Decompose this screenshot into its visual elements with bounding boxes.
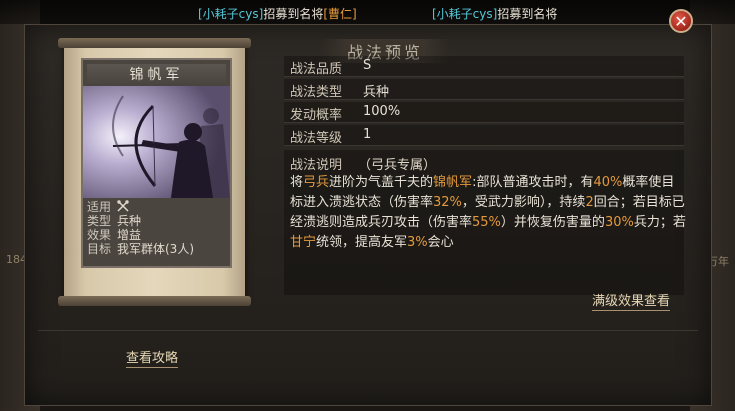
description-segment: ）并恢复伤害量的 [500, 215, 605, 230]
description-segment: :部队普通攻击时，有 [472, 175, 594, 190]
description-highlight: 弓兵 [303, 175, 330, 190]
description-highlight: 30% [604, 215, 634, 230]
detail-label: 发动概率 [290, 108, 343, 123]
info-key: 目标 [87, 242, 112, 256]
description-segment: 进阶为气盖千夫的 [329, 175, 434, 190]
tactic-card: 锦帆军 适用 类型 兵种 效果 增益 目标 我军群体(3人) [81, 58, 232, 268]
description-highlight: 甘宁 [290, 235, 317, 250]
detail-row-rate: 发动概率 100% [284, 102, 684, 123]
attack-guide-link[interactable]: 查看攻略 [126, 347, 179, 368]
description-highlight: 55% [472, 215, 501, 230]
archer-artwork [83, 86, 230, 198]
description-highlight: 锦帆军 [433, 175, 473, 190]
info-row-usable: 适用 [87, 200, 226, 214]
detail-row-level: 战法等级 1 [284, 125, 684, 146]
detail-label: 战法类型 [290, 85, 343, 100]
detail-label: 战法品质 [290, 62, 343, 77]
info-row-target: 目标 我军群体(3人) [87, 242, 226, 256]
description-box: 战法说明 （弓兵专属） 将弓兵进阶为气盖千夫的锦帆军:部队普通攻击时，有40%概率… [284, 150, 686, 295]
description-segment: ，受武力影响），持续 [461, 195, 586, 210]
info-row-type: 类型 兵种 [87, 214, 226, 228]
close-icon: ✕ [674, 11, 688, 31]
close-button[interactable]: ✕ [669, 9, 693, 33]
description-highlight: 3% [407, 235, 428, 250]
crossed-bows-icon [117, 200, 226, 214]
ticker-user: [小耗子cys] [432, 7, 498, 21]
description-segment: 统领，提高友军 [316, 235, 408, 250]
info-value: 我军群体(3人) [117, 242, 194, 256]
info-key: 类型 [87, 214, 112, 228]
divider [38, 330, 698, 331]
description-text: 将弓兵进阶为气盖千夫的锦帆军:部队普通攻击时，有40%概率使目标进入溃逃状态（伤… [290, 173, 686, 253]
detail-value: S [363, 58, 372, 73]
detail-value: 100% [363, 104, 401, 119]
scroll-rod-bottom [58, 296, 251, 306]
info-value: 增益 [117, 228, 142, 242]
ticker-general: [曹仁] [323, 7, 357, 21]
detail-label: 战法等级 [290, 131, 343, 146]
card-info: 适用 类型 兵种 效果 增益 目标 我军群体(3人) [87, 200, 226, 256]
info-key: 效果 [87, 228, 112, 242]
ticker-message-2: [小耗子cys]招募到名将 [432, 5, 557, 22]
detail-value: 兵种 [363, 85, 390, 100]
scroll-rod-top [58, 38, 251, 48]
broadcast-ticker: [小耗子cys]招募到名将[曹仁] [小耗子cys]招募到名将 [0, 0, 735, 24]
description-segment: 会心 [427, 235, 454, 250]
ticker-message-1: [小耗子cys]招募到名将[曹仁] [198, 5, 357, 22]
description-label: 战法说明 [290, 158, 343, 173]
description-segment: 兵力；若 [633, 215, 686, 230]
ticker-user: [小耗子cys] [198, 7, 264, 21]
detail-row-quality: 战法品质 S [284, 56, 684, 77]
ticker-text: 招募到名将 [263, 7, 324, 21]
ticker-text: 招募到名将 [497, 7, 558, 21]
description-segment: 将 [290, 175, 304, 190]
description-header: 战法说明 （弓兵专属） [290, 154, 436, 173]
info-value: 兵种 [117, 214, 142, 228]
full-effect-link[interactable]: 满级效果查看 [592, 290, 671, 311]
info-key: 适用 [87, 200, 112, 214]
info-row-effect: 效果 增益 [87, 228, 226, 242]
description-highlight: 32% [433, 195, 462, 210]
description-sub: （弓兵专属） [358, 158, 437, 173]
description-highlight: 2 [585, 195, 594, 210]
description-highlight: 40% [593, 175, 623, 190]
card-title: 锦帆军 [87, 64, 226, 86]
detail-row-type: 战法类型 兵种 [284, 79, 684, 100]
detail-value: 1 [363, 127, 372, 142]
